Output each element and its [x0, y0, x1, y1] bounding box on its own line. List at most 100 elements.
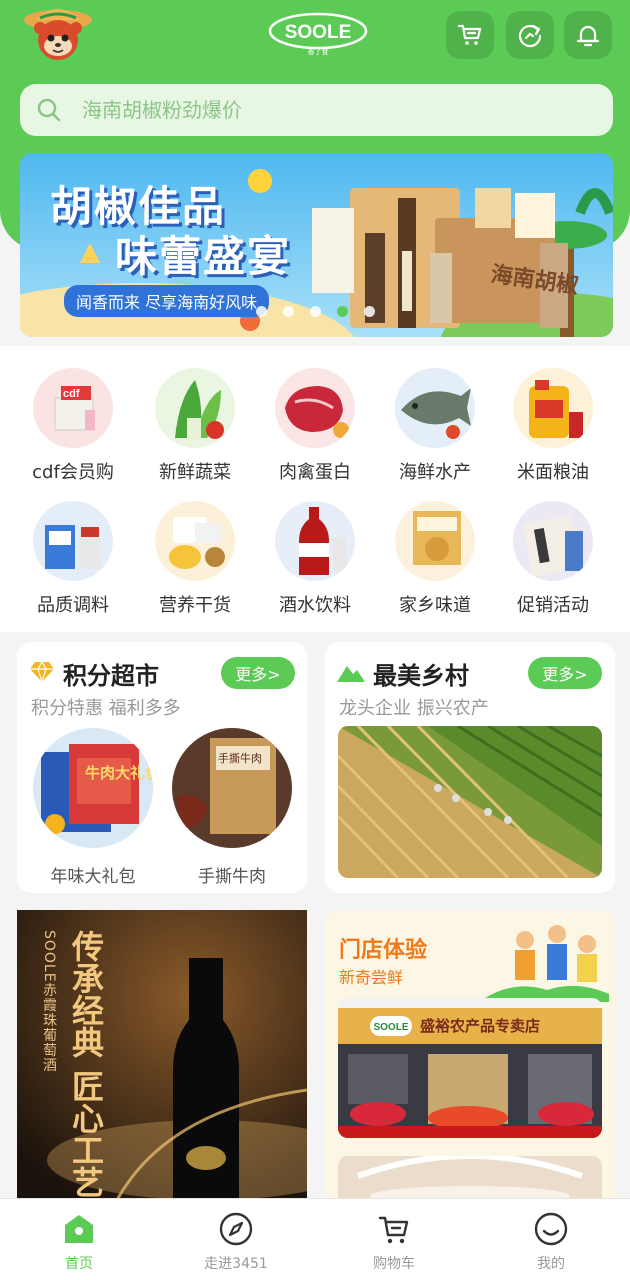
tab-discover-3451[interactable]: 走进3451 [181, 1211, 291, 1273]
profile-icon [534, 1212, 568, 1246]
store-subtitle: 新奇尝鲜 [339, 968, 404, 987]
vegetable-icon [155, 368, 235, 448]
tab-label: 我的 [537, 1256, 565, 1272]
category-cdf-member[interactable]: cdf cdf会员购 [13, 368, 133, 484]
banner-title-line2: 味蕾盛宴 [115, 232, 292, 281]
points-market-more-button[interactable]: 更多> [221, 657, 295, 689]
tab-home[interactable]: 首页 [24, 1211, 134, 1273]
gift-pack-image: 牛肉大礼包 [33, 728, 153, 848]
village-more-button[interactable]: 更多> [528, 657, 602, 689]
carousel-dot-active[interactable] [337, 306, 348, 317]
village-subtitle: 龙头企业 振兴农产 [339, 698, 489, 719]
dried-goods-icon [155, 501, 235, 581]
tab-label: 走进3451 [204, 1256, 268, 1272]
category-vegetable[interactable]: 新鲜蔬菜 [135, 368, 255, 484]
carousel-dot[interactable] [310, 306, 321, 317]
tab-label: 首页 [65, 1256, 93, 1272]
diamond-icon [30, 660, 54, 684]
category-label: 营养干货 [159, 595, 231, 616]
category-seasoning[interactable]: 品质调料 [13, 501, 133, 617]
mascot-avatar-icon[interactable] [22, 4, 94, 64]
wine-headline-1: 传承经典 [67, 930, 105, 1058]
logo-text: SOOLE [285, 22, 352, 43]
cdf-member-icon: cdf [33, 368, 113, 448]
product-gift-pack[interactable]: 牛肉大礼包 年味大礼包 [33, 728, 153, 887]
store-experience-card[interactable]: 门店体验 新奇尝鲜 SOOLE 盛裕农产品专卖店 [325, 910, 615, 1200]
store-sign-text: 盛裕农产品专卖店 [420, 1017, 540, 1035]
header-cart-button[interactable] [446, 11, 494, 59]
carousel-dots [256, 306, 375, 317]
points-market-card[interactable]: 积分超市 更多> 积分特惠 福利多多 牛肉大礼包 年味大礼包 手撕牛肉 手撕牛肉 [17, 642, 307, 893]
oil-grain-icon [513, 368, 593, 448]
people-celebrating-illustration [485, 925, 609, 1002]
search-bar[interactable] [20, 84, 613, 136]
shredded-beef-image: 手撕牛肉 [172, 728, 292, 848]
category-oil-grain[interactable]: 米面粮油 [493, 368, 613, 484]
header-notification-button[interactable] [564, 11, 612, 59]
gift-pack-package-text: 牛肉大礼包 [85, 764, 153, 782]
logo-subtext: 善了食 [308, 47, 329, 56]
points-market-title: 积分超市 [63, 662, 159, 690]
store-front-image[interactable]: SOOLE 盛裕农产品专卖店 [338, 998, 602, 1138]
search-input[interactable] [82, 98, 562, 122]
header: SOOLE 善了食 [0, 0, 630, 76]
refresh-icon [518, 24, 542, 48]
category-seafood[interactable]: 海鲜水产 [375, 368, 495, 484]
carousel-dot[interactable] [364, 306, 375, 317]
product-shredded-beef[interactable]: 手撕牛肉 手撕牛肉 [172, 728, 292, 887]
beautiful-village-card[interactable]: 最美乡村 更多> 龙头企业 振兴农产 [325, 642, 615, 893]
category-grid: cdf cdf会员购 新鲜蔬菜 肉禽蛋白 海鲜水产 米面粮油 品质调料 营养干货… [0, 346, 630, 632]
category-meat[interactable]: 肉禽蛋白 [255, 368, 375, 484]
category-label: cdf会员购 [32, 462, 114, 483]
drinks-icon [275, 501, 355, 581]
points-market-subtitle: 积分特惠 福利多多 [31, 698, 181, 719]
svg-text:cdf: cdf [63, 388, 80, 400]
category-promotion[interactable]: 促销活动 [493, 501, 613, 617]
category-label: 米面粮油 [517, 462, 589, 483]
wine-headline-2: 匠心工艺 [67, 1070, 105, 1198]
mountain-icon [337, 666, 365, 682]
category-drinks[interactable]: 酒水饮料 [255, 501, 375, 617]
seasoning-icon [33, 501, 113, 581]
category-hometown[interactable]: 家乡味道 [375, 501, 495, 617]
meat-icon [275, 368, 355, 448]
village-farm-image[interactable] [338, 726, 602, 878]
cart-icon [378, 1216, 409, 1244]
bell-icon [576, 25, 600, 47]
carousel-dot[interactable] [283, 306, 294, 317]
category-dried-goods[interactable]: 营养干货 [135, 501, 255, 617]
home-icon [65, 1215, 93, 1243]
soole-logo: SOOLE 善了食 [268, 12, 368, 56]
hometown-icon [395, 501, 475, 581]
category-label: 肉禽蛋白 [279, 462, 351, 483]
tab-cart[interactable]: 购物车 [339, 1211, 449, 1273]
compass-icon [219, 1212, 253, 1246]
shredded-beef-package-text: 手撕牛肉 [218, 751, 262, 765]
store-sign-logo: SOOLE [373, 1022, 408, 1033]
wine-vertical-text: SOOLE赤霞珠葡萄酒 [41, 930, 57, 1073]
category-label: 新鲜蔬菜 [159, 462, 231, 483]
village-title: 最美乡村 [373, 662, 469, 690]
carousel-dot[interactable] [256, 306, 267, 317]
seafood-icon [395, 368, 475, 448]
tab-label: 购物车 [373, 1256, 415, 1272]
wine-promo-banner[interactable]: SOOLE赤霞珠葡萄酒 传承经典 匠心工艺 [17, 910, 307, 1200]
wine-promo-image [17, 910, 307, 1200]
promotion-icon [513, 501, 593, 581]
tab-profile[interactable]: 我的 [496, 1211, 606, 1273]
bottom-tab-bar: 首页 走进3451 购物车 我的 [0, 1198, 630, 1280]
category-label: 家乡味道 [399, 595, 471, 616]
category-label: 海鲜水产 [399, 462, 471, 483]
store-title: 门店体验 [339, 938, 428, 963]
category-label: 促销活动 [517, 595, 589, 616]
cart-icon [457, 24, 482, 45]
category-label: 品质调料 [37, 595, 109, 616]
store-interior-image[interactable] [338, 1156, 602, 1200]
product-label: 年味大礼包 [50, 867, 136, 887]
promo-banner[interactable]: 海南胡椒 胡椒佳品 味蕾盛宴 闻香而来 尽享海南好风味 [20, 153, 613, 337]
header-refresh-button[interactable] [506, 11, 554, 59]
category-label: 酒水饮料 [279, 595, 351, 616]
product-label: 手撕牛肉 [198, 867, 266, 887]
banner-subtitle: 闻香而来 尽享海南好风味 [64, 285, 270, 317]
search-icon [37, 98, 61, 122]
